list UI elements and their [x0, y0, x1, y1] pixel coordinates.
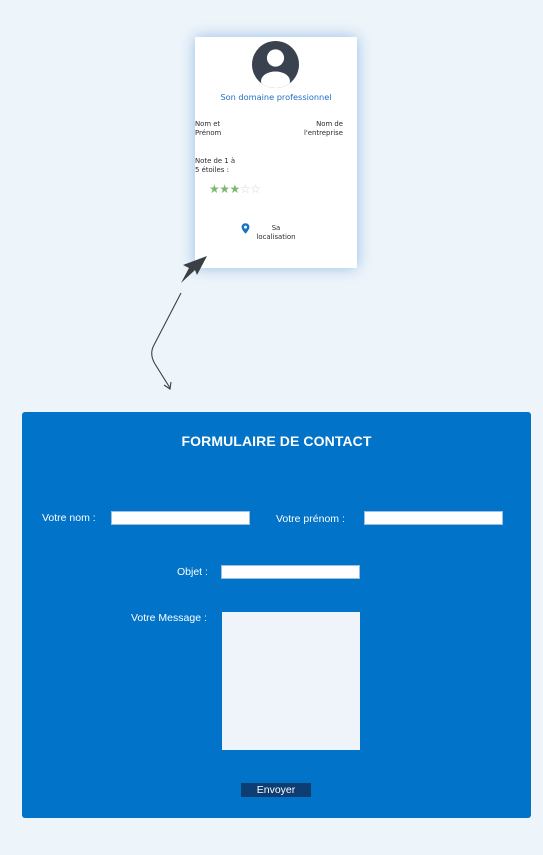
last-name-label: Votre nom :	[42, 512, 96, 524]
message-label: Votre Message :	[131, 612, 207, 624]
connector-arrow	[151, 256, 207, 390]
arrow-line	[151, 292, 182, 389]
contact-form: FORMULAIRE DE CONTACT Votre nom : Votre …	[22, 412, 531, 818]
first-name-input[interactable]	[364, 511, 503, 525]
subject-label: Objet :	[177, 566, 208, 578]
arrow-head-icon	[181, 256, 207, 283]
last-name-input[interactable]	[111, 511, 250, 525]
first-name-label: Votre prénom :	[276, 513, 345, 525]
form-title: FORMULAIRE DE CONTACT	[181, 433, 372, 449]
send-button[interactable]: Envoyer	[241, 783, 311, 797]
message-textarea[interactable]	[222, 612, 360, 750]
subject-input[interactable]	[221, 565, 360, 579]
